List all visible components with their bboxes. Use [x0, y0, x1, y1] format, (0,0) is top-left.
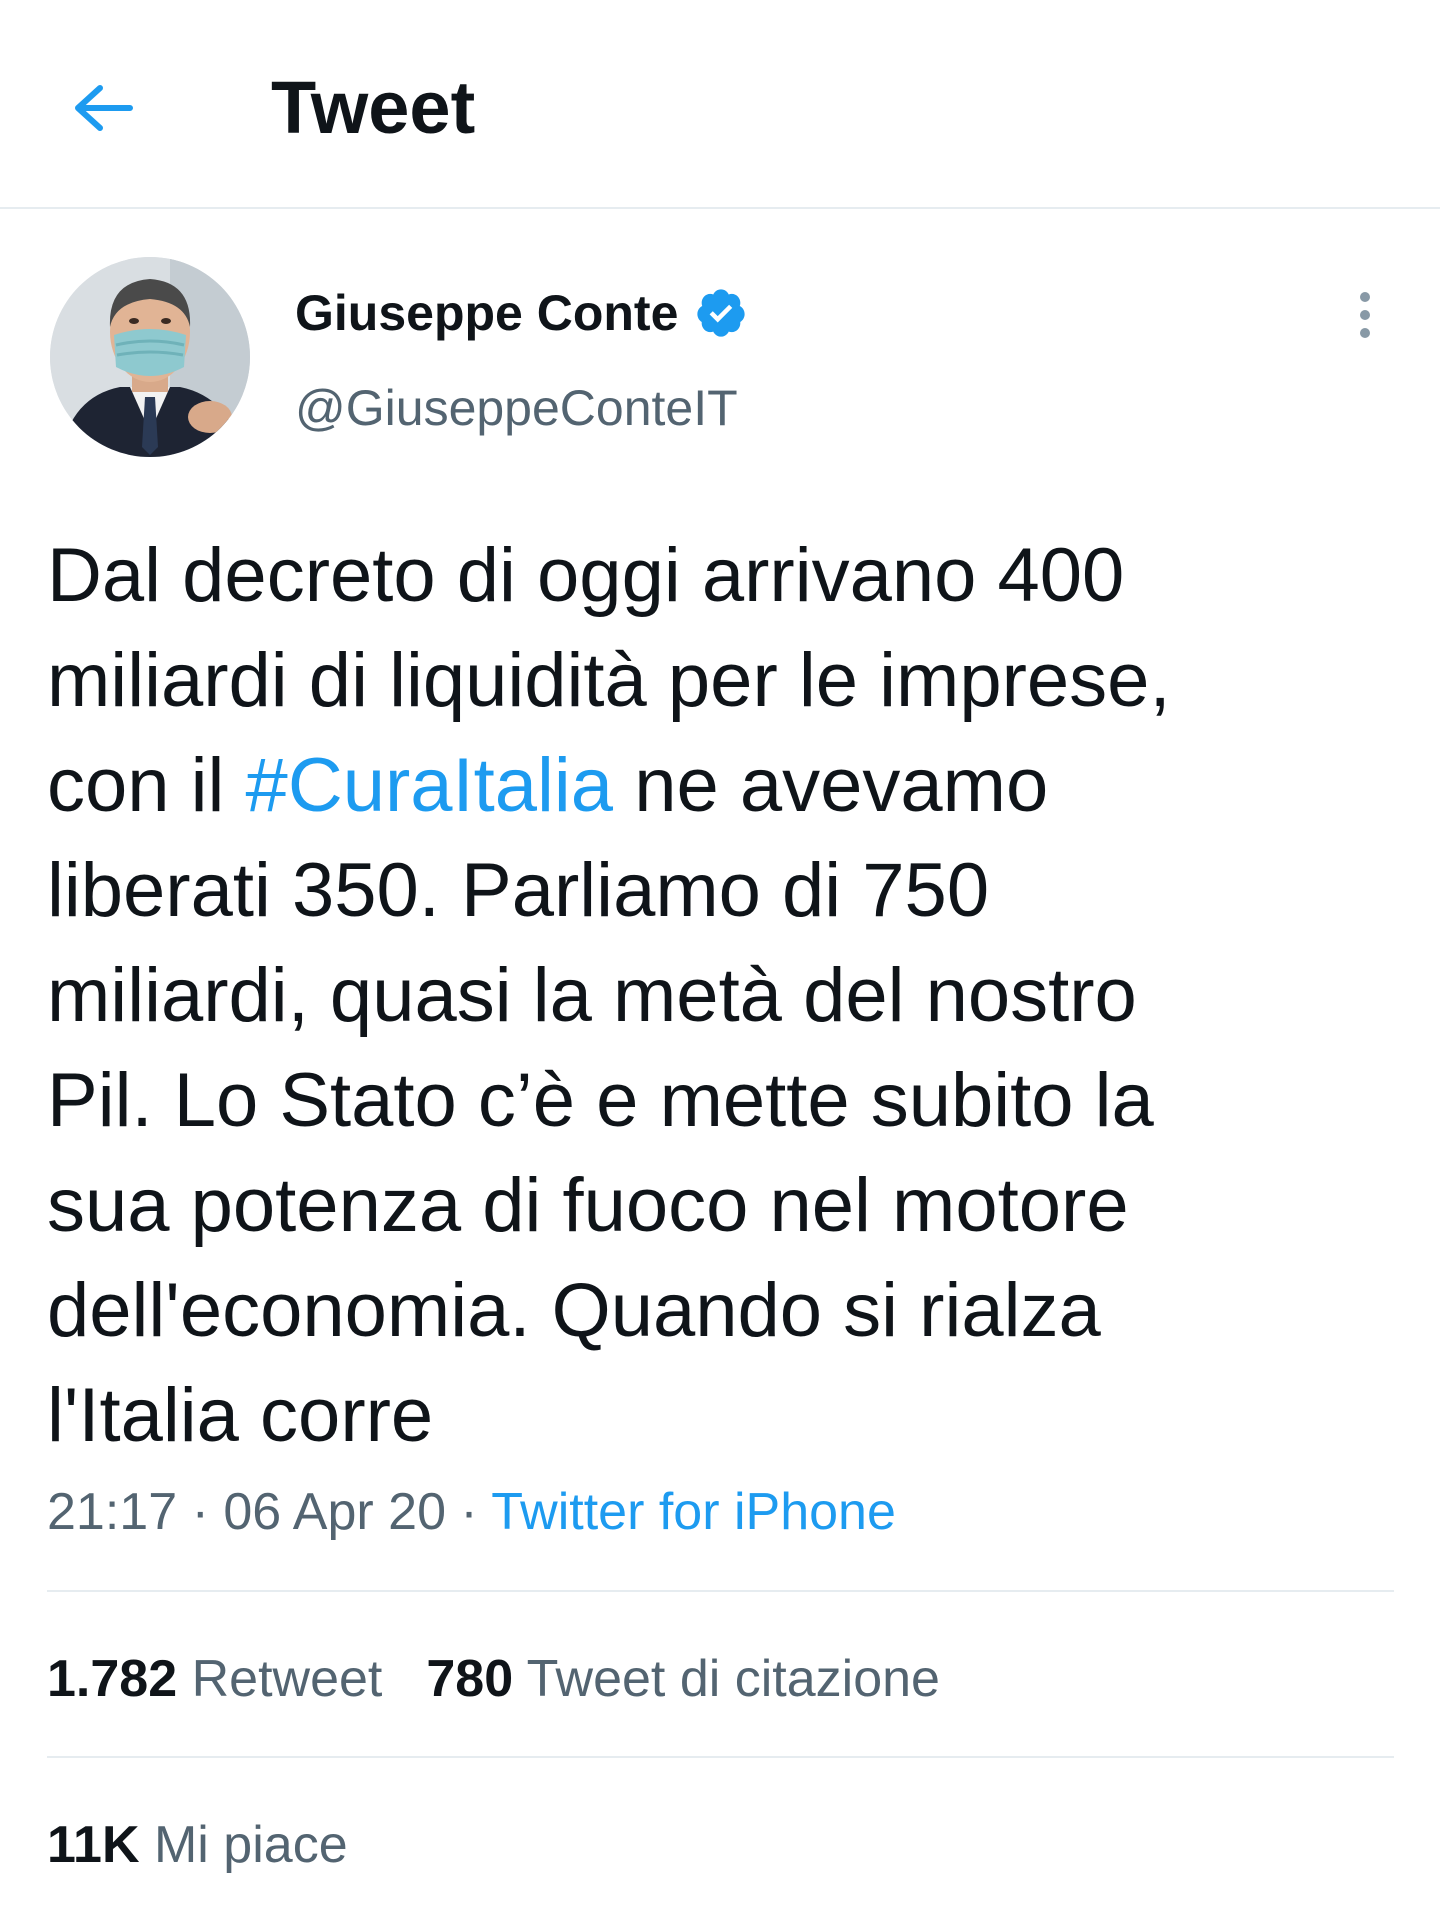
likes-stats: 11K Mi piace: [47, 1813, 392, 1877]
more-options-button[interactable]: [1340, 285, 1390, 345]
tweet-line: liberati 350. Parliamo di 750: [47, 848, 990, 933]
quotes-label: Tweet di citazione: [526, 1650, 940, 1708]
divider: [47, 1590, 1394, 1592]
quotes-stat[interactable]: 780 Tweet di citazione: [426, 1650, 940, 1708]
tweet-text: Dal decreto di oggi arrivano 400 miliard…: [47, 523, 1407, 1468]
author-handle[interactable]: @GiuseppeConteIT: [295, 378, 738, 438]
meta-separator: ·: [177, 1483, 224, 1541]
tweet-line: miliardi, quasi la metà del nostro: [47, 953, 1137, 1038]
tweet-source-link[interactable]: Twitter for iPhone: [491, 1483, 896, 1541]
tweet-line: con il #CuraItalia ne avevamo: [47, 733, 1407, 838]
top-bar: Tweet: [0, 0, 1440, 209]
quotes-count: 780: [426, 1650, 514, 1708]
tweet-meta: 21:17 · 06 Apr 20 · Twitter for iPhone: [47, 1480, 896, 1544]
tweet-text-segment: con il: [47, 743, 246, 828]
retweets-label: Retweet: [191, 1650, 383, 1708]
meta-separator: ·: [445, 1483, 492, 1541]
likes-stat[interactable]: 11K Mi piace: [47, 1816, 348, 1874]
tweet-line: l'Italia corre: [47, 1373, 434, 1458]
more-vertical-icon-dot: [1360, 310, 1370, 320]
tweet-text-segment: ne avevamo: [613, 743, 1049, 828]
more-vertical-icon-dot: [1360, 328, 1370, 338]
page-title: Tweet: [271, 66, 476, 149]
author-name[interactable]: Giuseppe Conte: [295, 283, 748, 343]
verified-badge-icon: [697, 289, 745, 337]
author-name-text: Giuseppe Conte: [295, 285, 679, 341]
engagement-stats: 1.782 Retweet 780 Tweet di citazione: [47, 1647, 984, 1711]
likes-count: 11K: [47, 1816, 140, 1874]
more-vertical-icon-dot: [1360, 292, 1370, 302]
divider: [47, 1756, 1394, 1758]
tweet-line: dell'economia. Quando si rialza: [47, 1268, 1101, 1353]
tweet-line: Dal decreto di oggi arrivano 400: [47, 533, 1125, 618]
tweet-line: Pil. Lo Stato c’è e mette subito la: [47, 1058, 1154, 1143]
retweets-count: 1.782: [47, 1650, 178, 1708]
arrow-left-icon: [75, 85, 133, 131]
avatar-image: [50, 257, 250, 457]
retweets-stat[interactable]: 1.782 Retweet: [47, 1650, 382, 1708]
avatar[interactable]: [50, 257, 250, 457]
tweet-line: sua potenza di fuoco nel motore: [47, 1163, 1129, 1248]
tweet-date[interactable]: 06 Apr 20: [223, 1483, 446, 1541]
likes-label: Mi piace: [153, 1816, 348, 1874]
tweet-line: miliardi di liquidità per le imprese,: [47, 638, 1171, 723]
hashtag-link[interactable]: #CuraItalia: [246, 743, 614, 828]
tweet-time[interactable]: 21:17: [47, 1483, 177, 1541]
back-button[interactable]: [62, 68, 142, 148]
